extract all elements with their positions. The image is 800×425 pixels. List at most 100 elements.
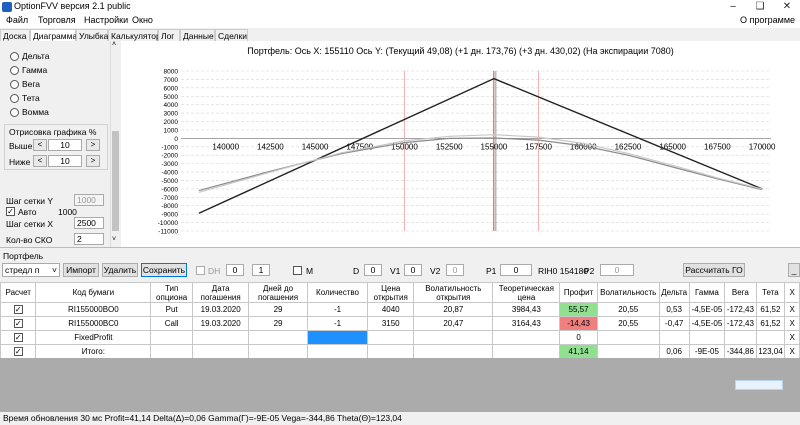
remove-row-button[interactable]: X — [784, 302, 800, 317]
table-row[interactable]: ✓ Итого: 41,14 0,06 -9E-05 -344,86 123,04 X — [0, 344, 800, 359]
column-header[interactable]: Код бумаги — [35, 282, 152, 303]
scroll-up-icon[interactable]: ˄ — [112, 41, 116, 48]
table-cell[interactable] — [306, 344, 369, 359]
radio-vega[interactable]: Вега — [10, 79, 40, 91]
below-increment-button[interactable]: > — [86, 155, 100, 167]
remove-row-button[interactable]: X — [784, 316, 800, 331]
status-bar: Время обновления 30 мс Profit=41,14 Delt… — [0, 413, 800, 425]
column-header[interactable]: Волатильность открытия — [413, 282, 494, 303]
grid-y-input[interactable]: 1000 — [74, 194, 104, 206]
spin1-value[interactable]: 0 — [226, 264, 244, 276]
dh-checkbox[interactable] — [196, 266, 205, 275]
column-header[interactable]: Тип опциона — [150, 282, 193, 303]
save-button[interactable]: Сохранить — [141, 263, 187, 277]
table-cell[interactable] — [306, 330, 369, 345]
table-cell: -344,86 — [724, 344, 757, 359]
portfolio-select[interactable]: стредл п ˅ — [2, 263, 60, 277]
minimize-panel-button[interactable]: _ — [788, 263, 800, 277]
below-decrement-button[interactable]: < — [33, 155, 47, 167]
tab-calculator[interactable]: Калькулятор — [108, 29, 161, 41]
column-header[interactable]: X — [784, 282, 800, 303]
spin2-value[interactable]: 1 — [252, 264, 270, 276]
tab-data[interactable]: Данные — [180, 29, 215, 41]
maximize-icon[interactable]: ❏ — [747, 0, 773, 14]
d-label: D — [353, 266, 360, 276]
radio-delta[interactable]: Дельта — [10, 51, 49, 63]
sko-input[interactable]: 2 — [74, 233, 104, 245]
column-header[interactable]: Вега — [724, 282, 757, 303]
table-cell: 20,55 — [596, 316, 660, 331]
menu-settings[interactable]: Настройки — [84, 15, 128, 25]
table-cell — [596, 344, 660, 359]
row-checkbox[interactable]: ✓ — [0, 330, 37, 345]
delete-button[interactable]: Удалить — [102, 263, 138, 277]
tab-log[interactable]: Лог — [158, 29, 180, 41]
calculate-margin-button[interactable]: Рассчитать ГО — [683, 263, 745, 277]
y-tick-label: -9000 — [161, 212, 178, 219]
table-cell: 20,87 — [413, 302, 494, 317]
row-checkbox[interactable]: ✓ — [0, 302, 37, 317]
remove-row-button[interactable]: X — [784, 344, 800, 359]
table-cell[interactable]: -1 — [306, 302, 369, 317]
tab-smile[interactable]: Улыбка — [76, 29, 108, 41]
sko-label: Кол-во СКО — [6, 235, 53, 245]
radio-theta[interactable]: Тета — [10, 93, 40, 105]
column-header[interactable]: Дней до погашения — [248, 282, 308, 303]
scroll-down-icon[interactable]: ˅ — [112, 236, 116, 243]
menu-trade[interactable]: Торговля — [38, 15, 76, 25]
import-button[interactable]: Импорт — [63, 263, 99, 277]
table-cell — [596, 330, 660, 345]
positions-table: Расчет Код бумаги Тип опциона Дата погашени… — [0, 282, 800, 359]
column-header[interactable]: Гамма — [688, 282, 726, 303]
close-icon[interactable]: ✕ — [774, 0, 800, 14]
column-header[interactable]: Тета — [755, 282, 786, 303]
scroll-thumb[interactable] — [112, 131, 119, 231]
remove-row-button[interactable]: X — [784, 330, 800, 345]
table-row[interactable]: ✓ RI155000BO0 Put 19.03.2020 29 -1 4040 20,87 39… — [0, 302, 800, 317]
auto-checkbox[interactable]: ✓ — [6, 207, 15, 216]
menu-about[interactable]: О программе — [740, 15, 795, 25]
y-tick-label: 2000 — [164, 119, 179, 126]
tab-board[interactable]: Доска — [0, 29, 30, 41]
column-header[interactable]: Количество — [306, 282, 369, 303]
above-value[interactable]: 10 — [48, 139, 82, 151]
p1-input[interactable]: 0 — [500, 264, 532, 276]
radio-gamma[interactable]: Гамма — [10, 65, 47, 77]
column-header[interactable]: Расчет — [0, 282, 37, 303]
table-cell: 19.03.2020 — [191, 302, 250, 317]
table-row[interactable]: ✓ RI155000BC0 Call 19.03.2020 29 -1 3150 20,47 3… — [0, 316, 800, 331]
grid-x-input[interactable]: 2500 — [74, 217, 104, 229]
column-header[interactable]: Волатильность — [596, 282, 660, 303]
table-cell: 3150 — [367, 316, 415, 331]
y-tick-label: -4000 — [161, 170, 178, 177]
radio-label: Вега — [22, 79, 41, 89]
m-checkbox[interactable] — [293, 266, 302, 275]
row-checkbox[interactable]: ✓ — [0, 316, 37, 331]
payoff-chart[interactable]: 800070006000 50004000 300020001000 0-1000 -2… — [121, 41, 800, 247]
radio-vomma[interactable]: Вомма — [10, 107, 49, 119]
column-header[interactable]: Дата погашения — [191, 282, 250, 303]
table-cell: 0,53 — [658, 302, 690, 317]
x-tick-label: 170000 — [749, 142, 776, 151]
table-row[interactable]: ✓ FixedProfit 0 X — [0, 330, 800, 345]
table-cell[interactable]: -1 — [306, 316, 369, 331]
table-cell: -9E-05 — [688, 344, 726, 359]
below-value[interactable]: 10 — [48, 155, 82, 167]
splitter[interactable] — [0, 247, 800, 248]
left-scrollbar[interactable]: ˄ ˅ — [110, 41, 120, 247]
tab-deals[interactable]: Сделки — [215, 29, 248, 41]
menu-file[interactable]: Файл — [6, 15, 28, 25]
v1-input[interactable]: 0 — [404, 264, 422, 276]
column-header[interactable]: Цена открытия — [367, 282, 415, 303]
d-input[interactable]: 0 — [364, 264, 382, 276]
p2-input[interactable]: 0 — [600, 264, 634, 276]
column-header[interactable]: Профит — [559, 282, 598, 303]
v2-input[interactable]: 0 — [446, 264, 464, 276]
above-decrement-button[interactable]: < — [33, 139, 47, 151]
minimize-icon[interactable]: – — [720, 0, 746, 14]
row-checkbox[interactable]: ✓ — [0, 344, 37, 359]
column-header[interactable]: Теоретическая цена — [492, 282, 561, 303]
above-increment-button[interactable]: > — [86, 139, 100, 151]
menu-window[interactable]: Окно — [132, 15, 153, 25]
column-header[interactable]: Дельта — [658, 282, 690, 303]
